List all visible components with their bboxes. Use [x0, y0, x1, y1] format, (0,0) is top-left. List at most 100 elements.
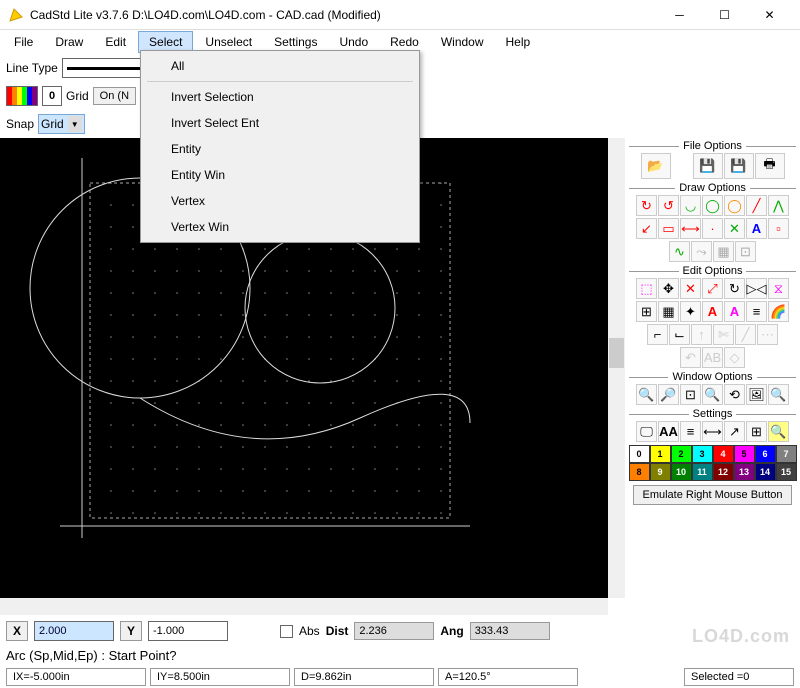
color-swatch-5[interactable]: 5 — [734, 445, 755, 463]
dim-settings-icon[interactable]: ⟷ — [702, 421, 723, 442]
menu-item-undo[interactable]: Undo — [329, 32, 378, 52]
display-settings-icon[interactable]: 🖵 — [636, 421, 657, 442]
color-swatch-13[interactable]: 13 — [734, 463, 755, 481]
color-swatch-10[interactable]: 10 — [671, 463, 692, 481]
color-swatch-6[interactable]: 6 — [755, 445, 776, 463]
color-swatch-1[interactable]: 1 — [650, 445, 671, 463]
color-swatch-9[interactable]: 9 — [650, 463, 671, 481]
arrow-icon[interactable]: ↙ — [636, 218, 657, 239]
color-swatch-14[interactable]: 14 — [755, 463, 776, 481]
y-input[interactable] — [148, 621, 228, 641]
select-menu-all[interactable]: All — [143, 53, 417, 79]
menu-item-settings[interactable]: Settings — [264, 32, 327, 52]
copy-icon[interactable]: ⊞ — [636, 301, 657, 322]
misc-edit-icon[interactable]: ◇ — [724, 347, 745, 368]
color-swatch-7[interactable]: 7 — [776, 445, 797, 463]
arc-cw-icon[interactable]: ↻ — [636, 195, 657, 216]
redraw-icon[interactable]: 🔍 — [768, 384, 789, 405]
select-menu-vertex[interactable]: Vertex — [143, 188, 417, 214]
save-as-icon[interactable]: 💾 — [724, 153, 754, 179]
text-edit-icon[interactable]: A — [702, 301, 723, 322]
menu-item-window[interactable]: Window — [431, 32, 494, 52]
save-file-icon[interactable]: 💾 — [693, 153, 723, 179]
open-file-icon[interactable]: 📂 — [641, 153, 671, 179]
dimension-icon[interactable]: ⟷ — [680, 218, 701, 239]
color-swatch-11[interactable]: 11 — [692, 463, 713, 481]
y-button[interactable]: Y — [120, 621, 142, 641]
menu-item-file[interactable]: File — [4, 32, 43, 52]
redo-text-icon[interactable]: AB — [702, 347, 723, 368]
select-menu-entity[interactable]: Entity — [143, 136, 417, 162]
color-swatch-0[interactable]: 0 — [629, 445, 650, 463]
maximize-button[interactable]: ☐ — [702, 1, 747, 29]
snap-dropdown[interactable]: Grid ▼ — [38, 114, 85, 134]
menu-item-redo[interactable]: Redo — [380, 32, 429, 52]
arrow-settings-icon[interactable]: ↗ — [724, 421, 745, 442]
ellipse-icon[interactable]: ◯ — [724, 195, 745, 216]
menu-item-help[interactable]: Help — [496, 32, 541, 52]
line-style-icon[interactable]: ≡ — [746, 301, 767, 322]
grid-settings-icon[interactable]: ⊞ — [746, 421, 767, 442]
color-swatch-3[interactable]: 3 — [692, 445, 713, 463]
pan-icon[interactable]: 🖼 — [746, 384, 767, 405]
zoom-window-icon[interactable]: 🔍 — [702, 384, 723, 405]
color-swatch-12[interactable]: 12 — [713, 463, 734, 481]
text-style-icon[interactable]: A — [724, 301, 745, 322]
snap-settings-icon[interactable]: 🔍 — [768, 421, 789, 442]
explode-icon[interactable]: ✦ — [680, 301, 701, 322]
zoom-out-icon[interactable]: 🔎 — [658, 384, 679, 405]
trim-icon[interactable]: ⤢ — [702, 278, 723, 299]
rotate-icon[interactable]: ↻ — [724, 278, 745, 299]
color-swatch-4[interactable]: 4 — [713, 445, 734, 463]
menu-item-draw[interactable]: Draw — [45, 32, 93, 52]
scale-icon[interactable]: ⧖ — [768, 278, 789, 299]
vertical-scrollbar[interactable] — [608, 138, 625, 598]
color-strip[interactable] — [6, 86, 38, 106]
rectangle-icon[interactable]: ▭ — [658, 218, 679, 239]
minimize-button[interactable]: ─ — [657, 1, 702, 29]
menu-item-unselect[interactable]: Unselect — [195, 32, 262, 52]
curve-icon[interactable]: ⤳ — [691, 241, 712, 262]
select-menu-vertex-win[interactable]: Vertex Win — [143, 214, 417, 240]
arc-ccw-icon[interactable]: ↺ — [658, 195, 679, 216]
select-icon[interactable]: ⬚ — [636, 278, 657, 299]
chamfer-icon[interactable]: ╱ — [735, 324, 756, 345]
x-input[interactable] — [34, 621, 114, 641]
circle-icon[interactable]: ◯ — [702, 195, 723, 216]
units-settings-icon[interactable]: ≡ — [680, 421, 701, 442]
select-menu-invert-selection[interactable]: Invert Selection — [143, 84, 417, 110]
grid-toggle-button[interactable]: On (N — [93, 87, 136, 105]
undo-edit-icon[interactable]: ↶ — [680, 347, 701, 368]
emulate-right-click-button[interactable]: Emulate Right Mouse Button — [633, 485, 791, 505]
cross-icon[interactable]: ✕ — [724, 218, 745, 239]
menu-item-edit[interactable]: Edit — [95, 32, 136, 52]
text-icon[interactable]: A — [746, 218, 767, 239]
abs-checkbox[interactable] — [280, 625, 293, 638]
polyline-icon[interactable]: ⋀ — [768, 195, 789, 216]
delete-icon[interactable]: ✕ — [680, 278, 701, 299]
spline-icon[interactable]: ∿ — [669, 241, 690, 262]
fillet-icon[interactable]: ✄ — [713, 324, 734, 345]
x-button[interactable]: X — [6, 621, 28, 641]
select-menu-entity-win[interactable]: Entity Win — [143, 162, 417, 188]
color-edit-icon[interactable]: 🌈 — [768, 301, 789, 322]
hatch-icon[interactable]: ▦ — [713, 241, 734, 262]
zoom-in-icon[interactable]: 🔍 — [636, 384, 657, 405]
join-icon[interactable]: ⌙ — [669, 324, 690, 345]
snap-box-icon[interactable]: ▫ — [768, 218, 789, 239]
select-menu-invert-select-ent[interactable]: Invert Select Ent — [143, 110, 417, 136]
zoom-extents-icon[interactable]: ⊡ — [680, 384, 701, 405]
zoom-previous-icon[interactable]: ⟲ — [724, 384, 745, 405]
color-swatch-15[interactable]: 15 — [776, 463, 797, 481]
color-swatch-8[interactable]: 8 — [629, 463, 650, 481]
mirror-icon[interactable]: ▷◁ — [746, 278, 767, 299]
arc-3pt-icon[interactable]: ◡ — [680, 195, 701, 216]
font-settings-icon[interactable]: AA — [658, 421, 679, 442]
line-type-selector[interactable] — [62, 58, 147, 78]
array-icon[interactable]: ▦ — [658, 301, 679, 322]
print-icon[interactable]: 🖶 — [755, 153, 785, 179]
move-icon[interactable]: ✥ — [658, 278, 679, 299]
current-color-index[interactable]: 0 — [42, 86, 62, 106]
color-swatch-2[interactable]: 2 — [671, 445, 692, 463]
horizontal-scrollbar[interactable] — [0, 598, 608, 615]
